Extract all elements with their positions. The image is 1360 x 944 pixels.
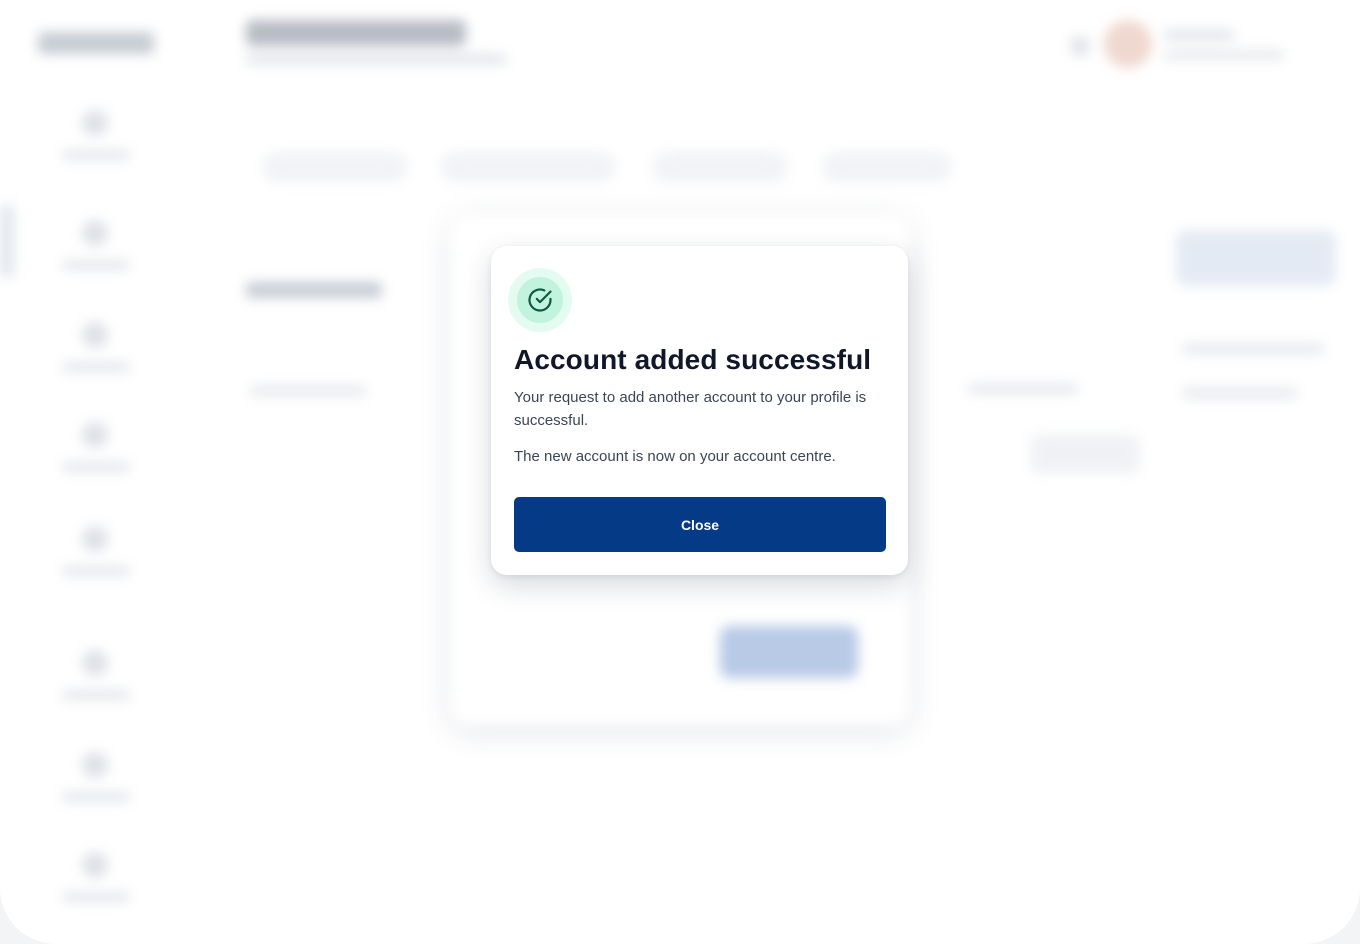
- sidebar-item: [40, 752, 152, 822]
- app-logo: [38, 32, 154, 54]
- sidebar-item: [40, 650, 152, 720]
- page-subtitle: [246, 54, 506, 64]
- tab: [440, 152, 616, 182]
- background-button: [1030, 434, 1140, 474]
- modal-title: Account added successful: [514, 344, 872, 375]
- sidebar-item: [40, 852, 152, 922]
- section-title: [246, 282, 382, 298]
- tab: [262, 152, 408, 182]
- bell-icon: [1070, 36, 1090, 56]
- user-email: [1164, 50, 1284, 60]
- sidebar-item: [40, 322, 152, 392]
- sidebar-active-indicator: [0, 205, 14, 277]
- tab: [652, 152, 788, 182]
- page-title: [246, 20, 466, 46]
- background-button: [1176, 230, 1336, 286]
- sidebar-item: [40, 422, 152, 492]
- row-text: [1182, 344, 1324, 354]
- sidebar-item: [40, 110, 152, 180]
- user-name: [1164, 30, 1234, 40]
- sidebar-item: [40, 220, 152, 290]
- avatar: [1104, 20, 1152, 68]
- sidebar-item: [40, 526, 152, 596]
- success-modal: Account added successful Your request to…: [491, 246, 908, 575]
- row-text: [968, 384, 1078, 394]
- modal-message: Your request to add another account to y…: [514, 389, 867, 429]
- row-text: [1182, 388, 1298, 398]
- modal-detail: The new account is now on your account c…: [514, 448, 836, 465]
- success-badge: [508, 268, 572, 332]
- app-window: Account added successful Your request to…: [0, 0, 1360, 944]
- background-primary-button: [720, 626, 858, 678]
- close-button[interactable]: Close: [514, 497, 886, 552]
- row-text: [250, 386, 366, 396]
- tab: [822, 152, 952, 182]
- check-circle-icon: [528, 288, 552, 312]
